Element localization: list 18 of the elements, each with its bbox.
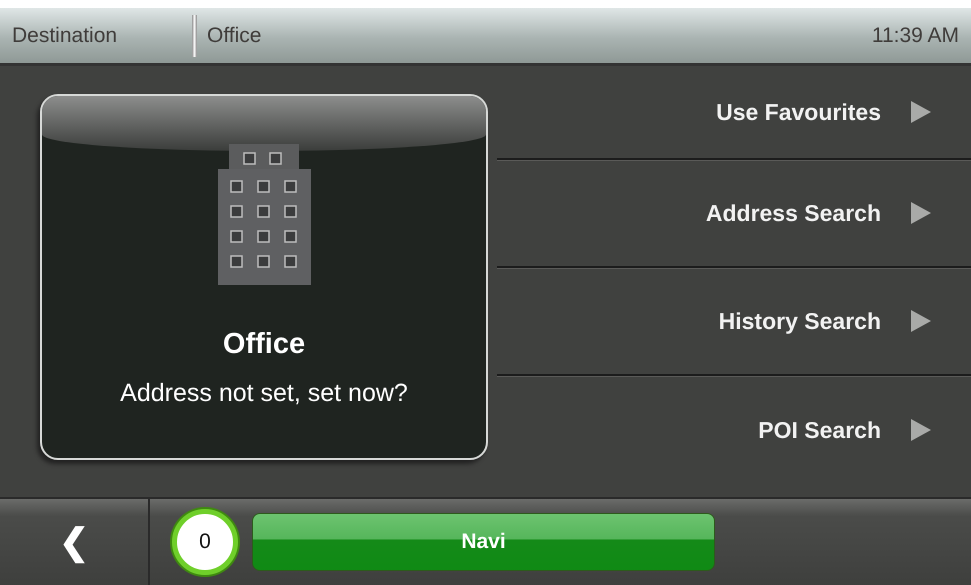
play-arrow-icon (911, 419, 931, 441)
back-button[interactable]: ❮ (0, 499, 150, 585)
menu-item[interactable]: Address Search (497, 160, 971, 268)
menu-item[interactable]: History Search (497, 268, 971, 376)
office-building-icon (218, 144, 310, 285)
play-arrow-icon (911, 101, 931, 123)
menu-item[interactable]: POI Search (497, 376, 971, 484)
menu-item[interactable]: Use Favourites (497, 66, 971, 160)
section-title: Destination (11, 22, 118, 49)
page-title: Office (206, 22, 262, 49)
counter-badge: 0 (172, 509, 238, 575)
place-name: Office (222, 327, 306, 362)
clock-time: 11:39 AM (872, 22, 960, 49)
place-card[interactable]: Office Address not set, set now? (40, 94, 488, 460)
play-arrow-icon (911, 310, 931, 332)
address-prompt: Address not set, set now? (120, 378, 408, 408)
play-arrow-icon (911, 202, 931, 224)
navi-button[interactable]: Navi (252, 513, 715, 571)
